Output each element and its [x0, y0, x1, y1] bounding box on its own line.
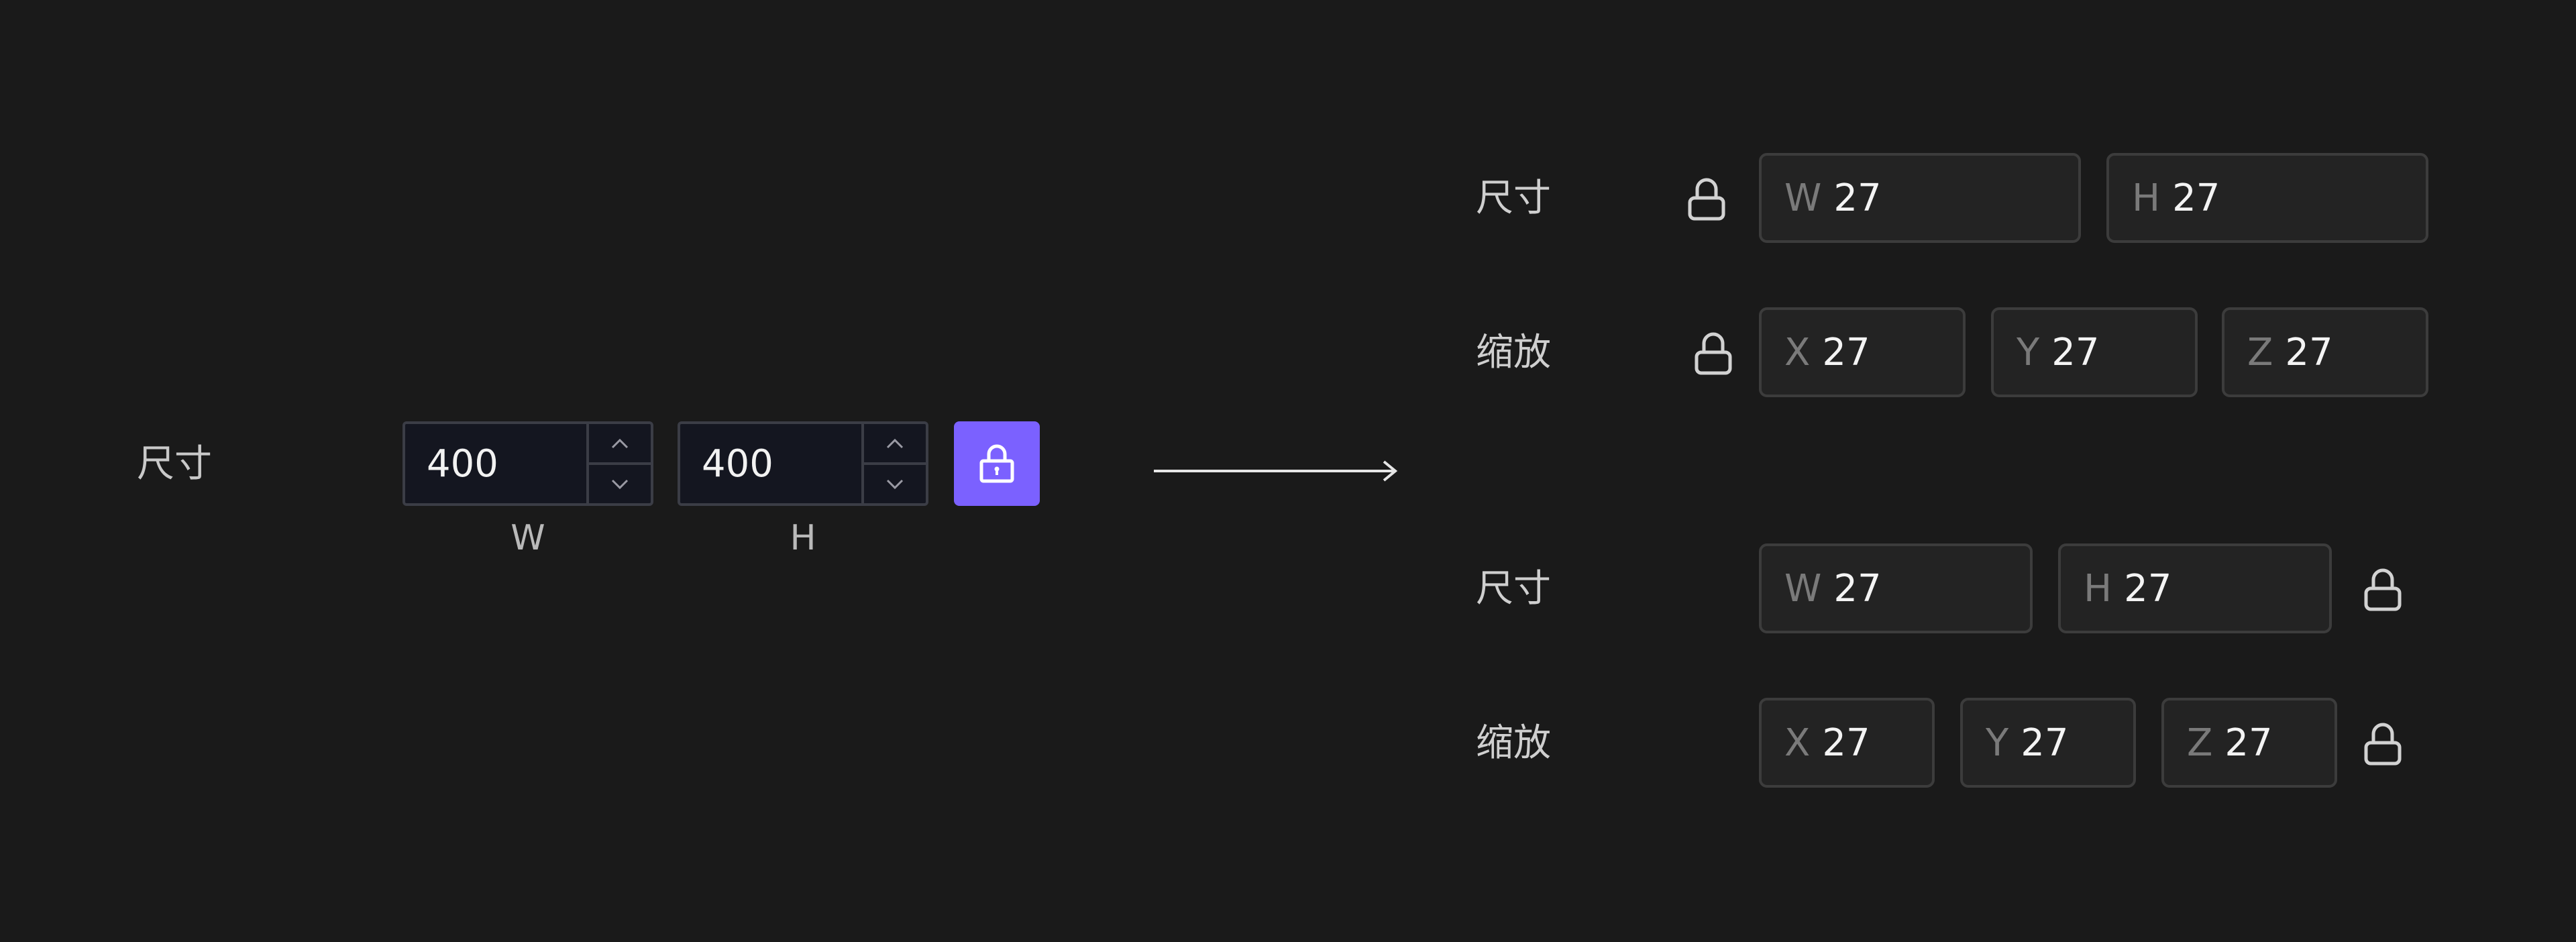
field-axis-label: X: [1784, 330, 1811, 374]
width-decrement-button[interactable]: [589, 462, 651, 503]
width-increment-button[interactable]: [589, 424, 651, 462]
chevron-up-icon: [611, 438, 629, 448]
field-axis-label: Y: [2017, 330, 2040, 374]
height-stepper: [861, 424, 926, 503]
variant-a-height-field[interactable]: H 27: [2106, 153, 2428, 243]
lock-icon[interactable]: [2361, 566, 2404, 612]
height-caption: H: [790, 518, 816, 558]
width-stepper: [586, 424, 651, 503]
field-axis-label: Y: [1986, 721, 2009, 765]
chevron-up-icon: [886, 438, 904, 448]
variant-a-scale-x-field[interactable]: X 27: [1759, 307, 1966, 397]
size-label: 尺寸: [137, 442, 212, 486]
field-value[interactable]: 27: [2172, 176, 2220, 220]
field-axis-label: H: [2084, 566, 2112, 611]
height-increment-button[interactable]: [864, 424, 926, 462]
field-axis-label: W: [1784, 176, 1822, 220]
lock-icon: [979, 444, 1014, 483]
width-caption: W: [511, 518, 545, 558]
width-input-value[interactable]: 400: [405, 424, 586, 503]
width-input[interactable]: 400: [402, 421, 653, 506]
aspect-lock-button[interactable]: [954, 421, 1040, 506]
lock-icon[interactable]: [1692, 330, 1735, 376]
field-axis-label: Z: [2187, 721, 2213, 765]
height-input[interactable]: 400: [678, 421, 928, 506]
height-decrement-button[interactable]: [864, 462, 926, 503]
variant-a-scale-y-field[interactable]: Y 27: [1991, 307, 2198, 397]
variant-a-size-label: 尺寸: [1476, 176, 1551, 220]
chevron-down-icon: [886, 479, 904, 489]
field-value[interactable]: 27: [1833, 567, 1881, 611]
height-input-value[interactable]: 400: [680, 424, 861, 503]
variant-b-size-label: 尺寸: [1476, 567, 1551, 611]
field-axis-label: H: [2132, 176, 2161, 220]
lock-icon[interactable]: [2361, 721, 2404, 766]
variant-a-scale-label: 缩放: [1476, 331, 1551, 374]
field-value[interactable]: 27: [2124, 567, 2171, 611]
variant-a-width-field[interactable]: W 27: [1759, 153, 2081, 243]
field-value[interactable]: 27: [2021, 721, 2068, 765]
field-value[interactable]: 27: [2051, 331, 2099, 374]
field-value[interactable]: 27: [2285, 331, 2332, 374]
variant-b-scale-x-field[interactable]: X 27: [1759, 698, 1935, 788]
lock-icon[interactable]: [1685, 176, 1728, 221]
field-axis-label: Z: [2247, 330, 2273, 374]
field-axis-label: W: [1784, 566, 1822, 611]
field-value[interactable]: 27: [2224, 721, 2272, 765]
field-value[interactable]: 27: [1833, 176, 1881, 220]
field-value[interactable]: 27: [1822, 721, 1870, 765]
field-axis-label: X: [1784, 721, 1811, 765]
variant-b-width-field[interactable]: W 27: [1759, 543, 2033, 633]
variant-b-scale-z-field[interactable]: Z 27: [2161, 698, 2337, 788]
chevron-down-icon: [611, 479, 629, 489]
arrow-right-icon: [1154, 460, 1398, 482]
variant-b-height-field[interactable]: H 27: [2058, 543, 2332, 633]
variant-a-scale-z-field[interactable]: Z 27: [2222, 307, 2428, 397]
field-value[interactable]: 27: [1822, 331, 1870, 374]
variant-b-scale-label: 缩放: [1476, 721, 1551, 765]
variant-b-scale-y-field[interactable]: Y 27: [1960, 698, 2136, 788]
